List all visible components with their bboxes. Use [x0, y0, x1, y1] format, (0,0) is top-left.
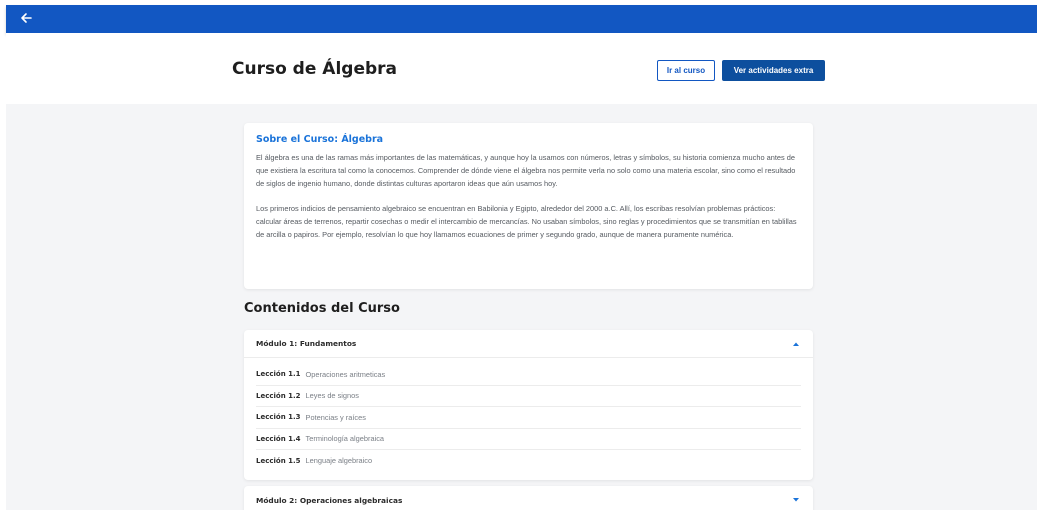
- module-header[interactable]: Módulo 2: Operaciones algebraicas: [244, 486, 813, 510]
- lesson-name: Leyes de signos: [305, 391, 359, 401]
- lesson-name: Terminología algebraica: [305, 434, 385, 444]
- module-accordion: Módulo 2: Operaciones algebraicas: [244, 486, 813, 510]
- module-title: Módulo 2: Operaciones algebraicas: [256, 495, 403, 505]
- lesson-number: Lección 1.1: [256, 370, 301, 379]
- lesson-item[interactable]: Lección 1.2 Leyes de signos: [256, 386, 801, 407]
- lesson-name: Lenguaje algebraico: [305, 456, 373, 466]
- top-app-bar: [6, 5, 1037, 33]
- chevron-down-icon: [791, 495, 801, 505]
- module-title: Módulo 1: Fundamentos: [256, 339, 357, 348]
- go-to-course-button[interactable]: Ir al curso: [657, 60, 715, 81]
- main-content: Sobre el Curso: Álgebra El álgebra es un…: [6, 104, 1037, 510]
- lesson-number: Lección 1.3: [256, 413, 301, 422]
- lesson-item[interactable]: Lección 1.3 Potencias y raíces: [256, 407, 801, 429]
- chevron-up-icon: [791, 339, 801, 349]
- page-title: Curso de Álgebra: [232, 59, 398, 79]
- course-header: Curso de Álgebra Ir al curso Ver activid…: [6, 33, 1037, 104]
- lesson-item[interactable]: Lección 1.5 Lenguaje algebraico: [256, 450, 801, 472]
- about-title: Sobre el Curso: Álgebra: [256, 134, 384, 145]
- lesson-item[interactable]: Lección 1.1 Operaciones aritmeticas: [256, 364, 801, 386]
- about-course-card: Sobre el Curso: Álgebra El álgebra es un…: [244, 123, 813, 289]
- about-paragraph: El álgebra es una de las ramas más impor…: [256, 153, 796, 188]
- contents-title: Contenidos del Curso: [244, 301, 400, 316]
- arrow-left-icon: [21, 13, 32, 23]
- lesson-number: Lección 1.4: [256, 434, 301, 443]
- lesson-number: Lección 1.5: [256, 456, 301, 465]
- extra-activities-button[interactable]: Ver actividades extra: [722, 60, 825, 81]
- lesson-number: Lección 1.2: [256, 391, 301, 400]
- module-accordion: Módulo 1: Fundamentos Lección 1.1 Operac…: [244, 330, 813, 480]
- lesson-name: Operaciones aritmeticas: [305, 369, 386, 379]
- lesson-list: Lección 1.1 Operaciones aritmeticas Lecc…: [244, 358, 813, 472]
- back-button[interactable]: [16, 9, 36, 27]
- lesson-item[interactable]: Lección 1.4 Terminología algebraica: [256, 429, 801, 450]
- module-header[interactable]: Módulo 1: Fundamentos: [244, 330, 813, 358]
- about-paragraph: Los primeros indicios de pensamiento alg…: [256, 204, 797, 239]
- lesson-name: Potencias y raíces: [305, 412, 366, 422]
